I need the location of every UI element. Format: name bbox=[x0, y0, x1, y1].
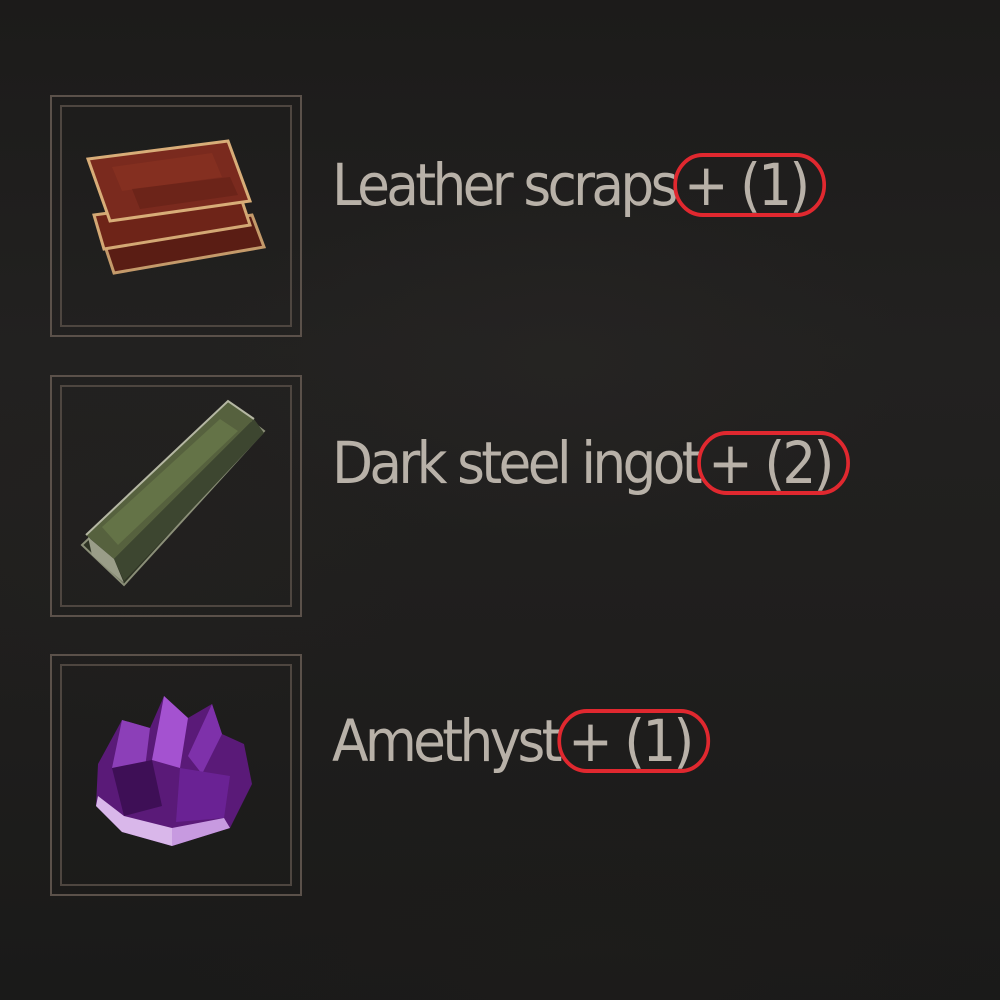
leather-scraps-icon bbox=[85, 139, 267, 275]
item-name: Dark steel ingot bbox=[332, 429, 703, 497]
item-quantity-highlight: + (1) bbox=[672, 151, 826, 219]
item-quantity-highlight: + (2) bbox=[697, 429, 851, 497]
item-name: Leather scraps bbox=[332, 151, 678, 219]
item-quantity-highlight: + (1) bbox=[557, 707, 711, 775]
amethyst-icon bbox=[96, 696, 252, 846]
item-name: Amethyst bbox=[332, 707, 563, 775]
crafting-ingredients-list: Leather scraps + (1) Dark steel ingot + (2… bbox=[0, 0, 1000, 1000]
item-row-amethyst: Amethyst + (1) bbox=[332, 696, 711, 786]
item-slot-leather-scraps[interactable] bbox=[50, 95, 302, 337]
item-row-dark-steel-ingot: Dark steel ingot + (2) bbox=[332, 418, 851, 508]
dark-steel-ingot-icon bbox=[80, 399, 266, 587]
item-slot-dark-steel-ingot[interactable] bbox=[50, 375, 302, 617]
item-row-leather-scraps: Leather scraps + (1) bbox=[332, 140, 826, 230]
item-slot-amethyst[interactable] bbox=[50, 654, 302, 896]
